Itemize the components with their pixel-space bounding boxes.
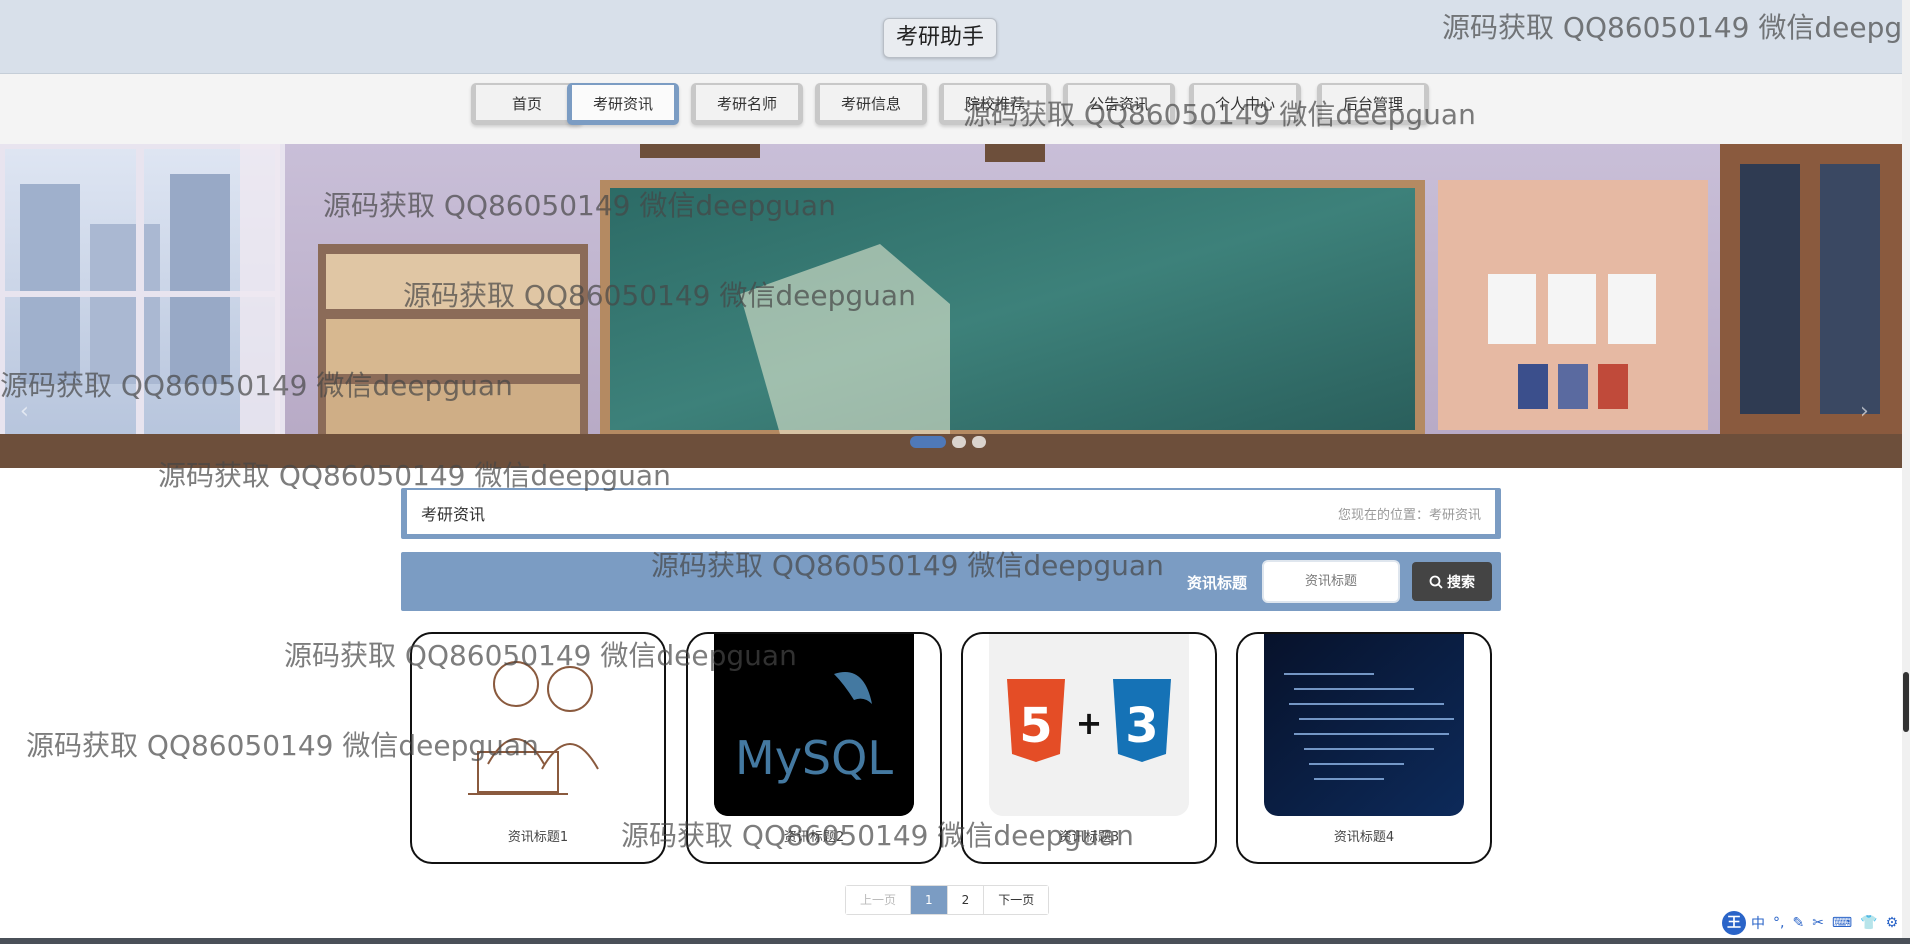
ime-scissors-icon[interactable]: ✂ — [1809, 915, 1827, 931]
main-nav: 首页 考研资讯 考研名师 考研信息 院校推荐 公告资讯 个人中心 后台管理 — [0, 74, 1902, 144]
prev-page-button[interactable]: 上一页 — [846, 886, 912, 914]
ime-logo-icon[interactable]: 王 — [1722, 911, 1746, 935]
search-button-label: 搜索 — [1447, 574, 1475, 591]
card-image: MySQL — [714, 634, 914, 816]
nav-item-teachers[interactable]: 考研名师 — [691, 83, 803, 125]
nav-item-news[interactable]: 考研资讯 — [567, 83, 679, 125]
section-header: 考研资讯 您现在的位置：考研资讯 — [401, 488, 1501, 539]
ime-settings-icon[interactable]: ⚙ — [1883, 915, 1902, 931]
ime-punctuation-icon[interactable]: °, — [1770, 915, 1787, 931]
page-button-2[interactable]: 2 — [947, 886, 985, 914]
ime-handwrite-icon[interactable]: ✎ — [1789, 915, 1807, 931]
pagination: 上一页 1 2 下一页 — [845, 885, 1050, 915]
ime-mode-icon[interactable]: 中 — [1748, 913, 1768, 933]
banner-classroom-image — [0, 144, 1902, 468]
card-title: 资讯标题1 — [507, 830, 569, 845]
search-input[interactable] — [1262, 560, 1400, 603]
nav-item-schools[interactable]: 院校推荐 — [939, 83, 1051, 125]
card-title: 资讯标题4 — [1333, 830, 1395, 845]
nav-item-admin[interactable]: 后台管理 — [1317, 83, 1429, 125]
ime-keyboard-icon[interactable]: ⌨ — [1829, 915, 1855, 931]
card-title: 资讯标题3 — [1058, 830, 1120, 845]
news-card[interactable]: 资讯标题1 — [410, 632, 666, 864]
svg-text:5: 5 — [1019, 698, 1052, 754]
scrollbar-thumb[interactable] — [1903, 672, 1909, 732]
news-card[interactable]: 资讯标题4 — [1236, 632, 1492, 864]
carousel-indicators — [910, 436, 986, 448]
carousel-dot-2[interactable] — [952, 436, 966, 448]
search-bar: 资讯标题 搜索 — [401, 552, 1501, 611]
card-image: 5 + 3 — [989, 634, 1189, 816]
mysql-logo-text: MySQL — [735, 731, 893, 785]
banner-prev-arrow[interactable]: ‹ — [20, 399, 29, 424]
news-card[interactable]: MySQL 资讯标题2 — [686, 632, 942, 864]
card-image — [1264, 634, 1464, 816]
search-button[interactable]: 搜索 — [1412, 562, 1492, 601]
next-page-button[interactable]: 下一页 — [984, 886, 1049, 914]
news-card[interactable]: 5 + 3 资讯标题3 — [961, 632, 1217, 864]
carousel-dot-1[interactable] — [910, 436, 946, 448]
nav-item-notices[interactable]: 公告资讯 — [1063, 83, 1175, 125]
nav-item-info[interactable]: 考研信息 — [815, 83, 927, 125]
banner-next-arrow[interactable]: › — [1860, 399, 1869, 424]
ime-toolbar: 王 中 °, ✎ ✂ ⌨ 👕 ⚙ — [1722, 908, 1901, 938]
page-button-1[interactable]: 1 — [911, 886, 948, 914]
ime-skin-icon[interactable]: 👕 — [1857, 915, 1880, 931]
card-image — [438, 634, 638, 816]
search-icon — [1429, 575, 1443, 589]
section-title: 考研资讯 — [421, 505, 486, 524]
top-header: 考研助手 — [0, 0, 1902, 74]
site-title[interactable]: 考研助手 — [883, 18, 998, 58]
breadcrumb: 您现在的位置：考研资讯 — [1337, 508, 1481, 523]
search-label: 资讯标题 — [1187, 574, 1248, 592]
card-title: 资讯标题2 — [783, 830, 845, 845]
banner-carousel[interactable]: ‹ › — [0, 144, 1902, 468]
taskbar-edge — [0, 938, 1910, 944]
svg-text:+: + — [1076, 704, 1103, 742]
nav-item-profile[interactable]: 个人中心 — [1189, 83, 1301, 125]
svg-text:3: 3 — [1125, 698, 1158, 754]
page-scrollbar[interactable] — [1902, 0, 1910, 938]
carousel-dot-3[interactable] — [972, 436, 986, 448]
